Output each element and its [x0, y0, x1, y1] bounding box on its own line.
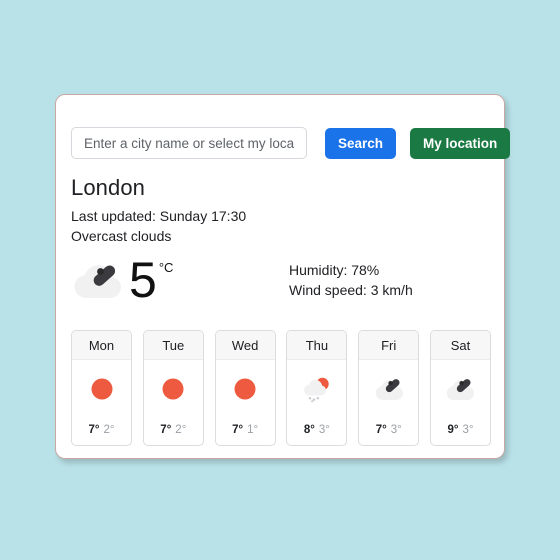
forecast-card[interactable]: Mon 7° 2°: [71, 330, 132, 446]
forecast-row: Mon 7° 2° Tue 7° 2° Wed 7° 1° Thu 8° 3° Fri 7° 3° Sat 9°…: [71, 330, 491, 446]
forecast-day-label: Tue: [143, 331, 203, 360]
forecast-max-temp: 7°: [88, 424, 100, 436]
forecast-card[interactable]: Thu 8° 3°: [286, 330, 348, 446]
forecast-min-temp: 2°: [175, 424, 187, 436]
cloud-icon: [431, 360, 490, 418]
forecast-temps: 8° 3°: [304, 418, 330, 445]
forecast-day-label: Thu: [287, 331, 347, 360]
weather-app-card: Search My location London Last updated: …: [55, 94, 511, 459]
forecast-min-temp: 2°: [103, 424, 115, 436]
search-row: Search My location: [71, 127, 511, 159]
forecast-card[interactable]: Sat 9° 3°: [429, 330, 491, 446]
forecast-min-temp: 3°: [318, 424, 330, 436]
forecast-temps: 7° 2°: [89, 418, 115, 445]
sun-icon: [72, 360, 131, 418]
current-stats: Humidity: 78% Wind speed: 3 km/h: [289, 260, 413, 300]
forecast-day-label: Fri: [359, 331, 419, 360]
city-search-input[interactable]: [71, 127, 307, 159]
forecast-max-temp: 9°: [447, 424, 459, 436]
cloud-icon: [71, 258, 125, 302]
forecast-day-label: Mon: [72, 331, 131, 360]
current-temperature: 5: [129, 252, 157, 308]
forecast-max-temp: 8°: [303, 424, 315, 436]
forecast-card[interactable]: Wed 7° 1°: [214, 330, 276, 446]
search-button[interactable]: Search: [325, 127, 397, 159]
weather-description: Overcast clouds: [71, 228, 172, 244]
forecast-day-label: Wed: [215, 331, 275, 360]
sun-icon: [216, 360, 275, 418]
forecast-max-temp: 7°: [160, 424, 172, 436]
wind-speed-text: Wind speed: 3 km/h: [289, 282, 413, 298]
sun-rain-cloud-icon: [287, 360, 346, 418]
forecast-max-temp: 7°: [232, 424, 244, 436]
humidity-text: Humidity: 78%: [289, 262, 380, 278]
my-location-button[interactable]: My location: [410, 127, 511, 159]
forecast-temps: 7° 3°: [376, 418, 402, 445]
forecast-temps: 7° 2°: [160, 418, 186, 445]
cloud-icon: [359, 360, 418, 418]
temperature-unit: °C: [158, 260, 174, 275]
forecast-card[interactable]: Fri 7° 3°: [358, 330, 420, 446]
forecast-min-temp: 3°: [462, 424, 474, 436]
forecast-min-temp: 3°: [390, 424, 402, 436]
forecast-temps: 9° 3°: [447, 418, 473, 445]
forecast-max-temp: 7°: [375, 424, 387, 436]
forecast-temps: 7° 1°: [232, 418, 258, 445]
current-conditions: 5 °C: [71, 255, 173, 305]
forecast-min-temp: 1°: [247, 424, 259, 436]
forecast-card[interactable]: Tue 7° 2°: [142, 330, 204, 446]
sun-icon: [144, 360, 203, 418]
last-updated-text: Last updated: Sunday 17:30: [71, 208, 247, 224]
forecast-day-label: Sat: [430, 331, 490, 360]
city-name: London: [71, 175, 146, 200]
